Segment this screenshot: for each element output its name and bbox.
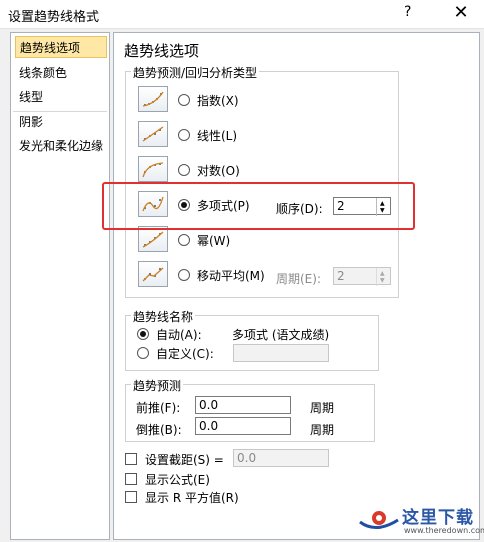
forward-label: 前推(F): <box>136 401 181 415</box>
spin-down-icon[interactable]: ▼ <box>380 278 385 284</box>
power-label: 幂(W) <box>197 234 231 248</box>
custom-name-input[interactable] <box>233 344 329 362</box>
watermark-text: 这里下载 <box>402 508 474 528</box>
forward-input[interactable]: 0.0 <box>195 396 291 414</box>
power-radio[interactable] <box>178 234 190 246</box>
backward-input[interactable]: 0.0 <box>195 417 291 435</box>
trend-type-group-label: 趋势预测/回归分析类型 <box>131 64 260 81</box>
trendline-name-group-label: 趋势线名称 <box>131 308 196 325</box>
custom-name-label: 自定义(C): <box>156 347 214 361</box>
sidebar-item-trendline-options[interactable]: 趋势线选项 <box>15 36 107 58</box>
period-stepper[interactable]: 2 ▲ ▼ <box>333 267 391 286</box>
forecast-group-label: 趋势预测 <box>131 377 184 394</box>
auto-name-radio[interactable] <box>137 328 149 340</box>
sidebar-item-glow-soft-edges[interactable]: 发光和柔化边缘 <box>15 135 107 157</box>
linear-label: 线性(L) <box>197 129 238 143</box>
moving-average-label: 移动平均(M) <box>197 269 265 283</box>
period-label: 周期(E): <box>276 272 321 286</box>
moving-average-trend-icon <box>138 261 168 287</box>
exponential-trend-icon <box>138 86 168 112</box>
watermark-logo-icon <box>356 500 402 536</box>
watermark-url: www.theredown.com <box>404 526 484 535</box>
show-r-squared-checkbox[interactable] <box>125 491 137 503</box>
backward-unit: 周期 <box>310 423 335 437</box>
help-button[interactable]: ? <box>404 4 411 20</box>
title-bar: 设置趋势线格式 ? ✕ <box>0 0 484 29</box>
intercept-input[interactable]: 0.0 <box>233 449 329 467</box>
sidebar-item-line-color[interactable]: 线条颜色 <box>15 62 107 84</box>
show-r-squared-label: 显示 R 平方值(R) <box>145 491 239 505</box>
logarithmic-radio[interactable] <box>178 164 190 176</box>
show-equation-checkbox[interactable] <box>125 473 137 485</box>
exponential-radio[interactable] <box>178 94 190 106</box>
linear-trend-icon <box>138 121 168 147</box>
close-button[interactable]: ✕ <box>446 2 476 26</box>
auto-name-value: 多项式 (语文成绩) <box>232 328 330 342</box>
exponential-label: 指数(X) <box>197 94 239 108</box>
show-equation-label: 显示公式(E) <box>145 473 210 487</box>
panel-heading: 趋势线选项 <box>124 42 200 60</box>
logarithmic-label: 对数(O) <box>197 164 240 178</box>
sidebar-item-shadow[interactable]: 阴影 <box>15 111 107 133</box>
auto-name-label: 自动(A): <box>156 328 202 342</box>
custom-name-radio[interactable] <box>137 347 149 359</box>
moving-average-radio[interactable] <box>178 269 190 281</box>
period-value: 2 <box>337 269 345 283</box>
backward-label: 倒推(B): <box>136 423 182 437</box>
category-sidebar: 趋势线选项 线条颜色 线型 阴影 发光和柔化边缘 <box>10 32 110 540</box>
dialog-title: 设置趋势线格式 <box>8 10 100 25</box>
set-intercept-label: 设置截距(S) = <box>145 453 224 467</box>
sidebar-item-line-style[interactable]: 线型 <box>15 86 107 108</box>
logarithmic-trend-icon <box>138 156 168 182</box>
forward-unit: 周期 <box>310 401 335 415</box>
period-spin-buttons[interactable]: ▲ ▼ <box>376 268 390 286</box>
annotation-highlight-box <box>102 182 415 230</box>
linear-radio[interactable] <box>178 129 190 141</box>
set-intercept-checkbox[interactable] <box>125 453 137 465</box>
options-panel: 趋势线选项 趋势预测/回归分析类型 指数(X) 线性(L) 对数(O) 多项式(… <box>113 32 480 540</box>
